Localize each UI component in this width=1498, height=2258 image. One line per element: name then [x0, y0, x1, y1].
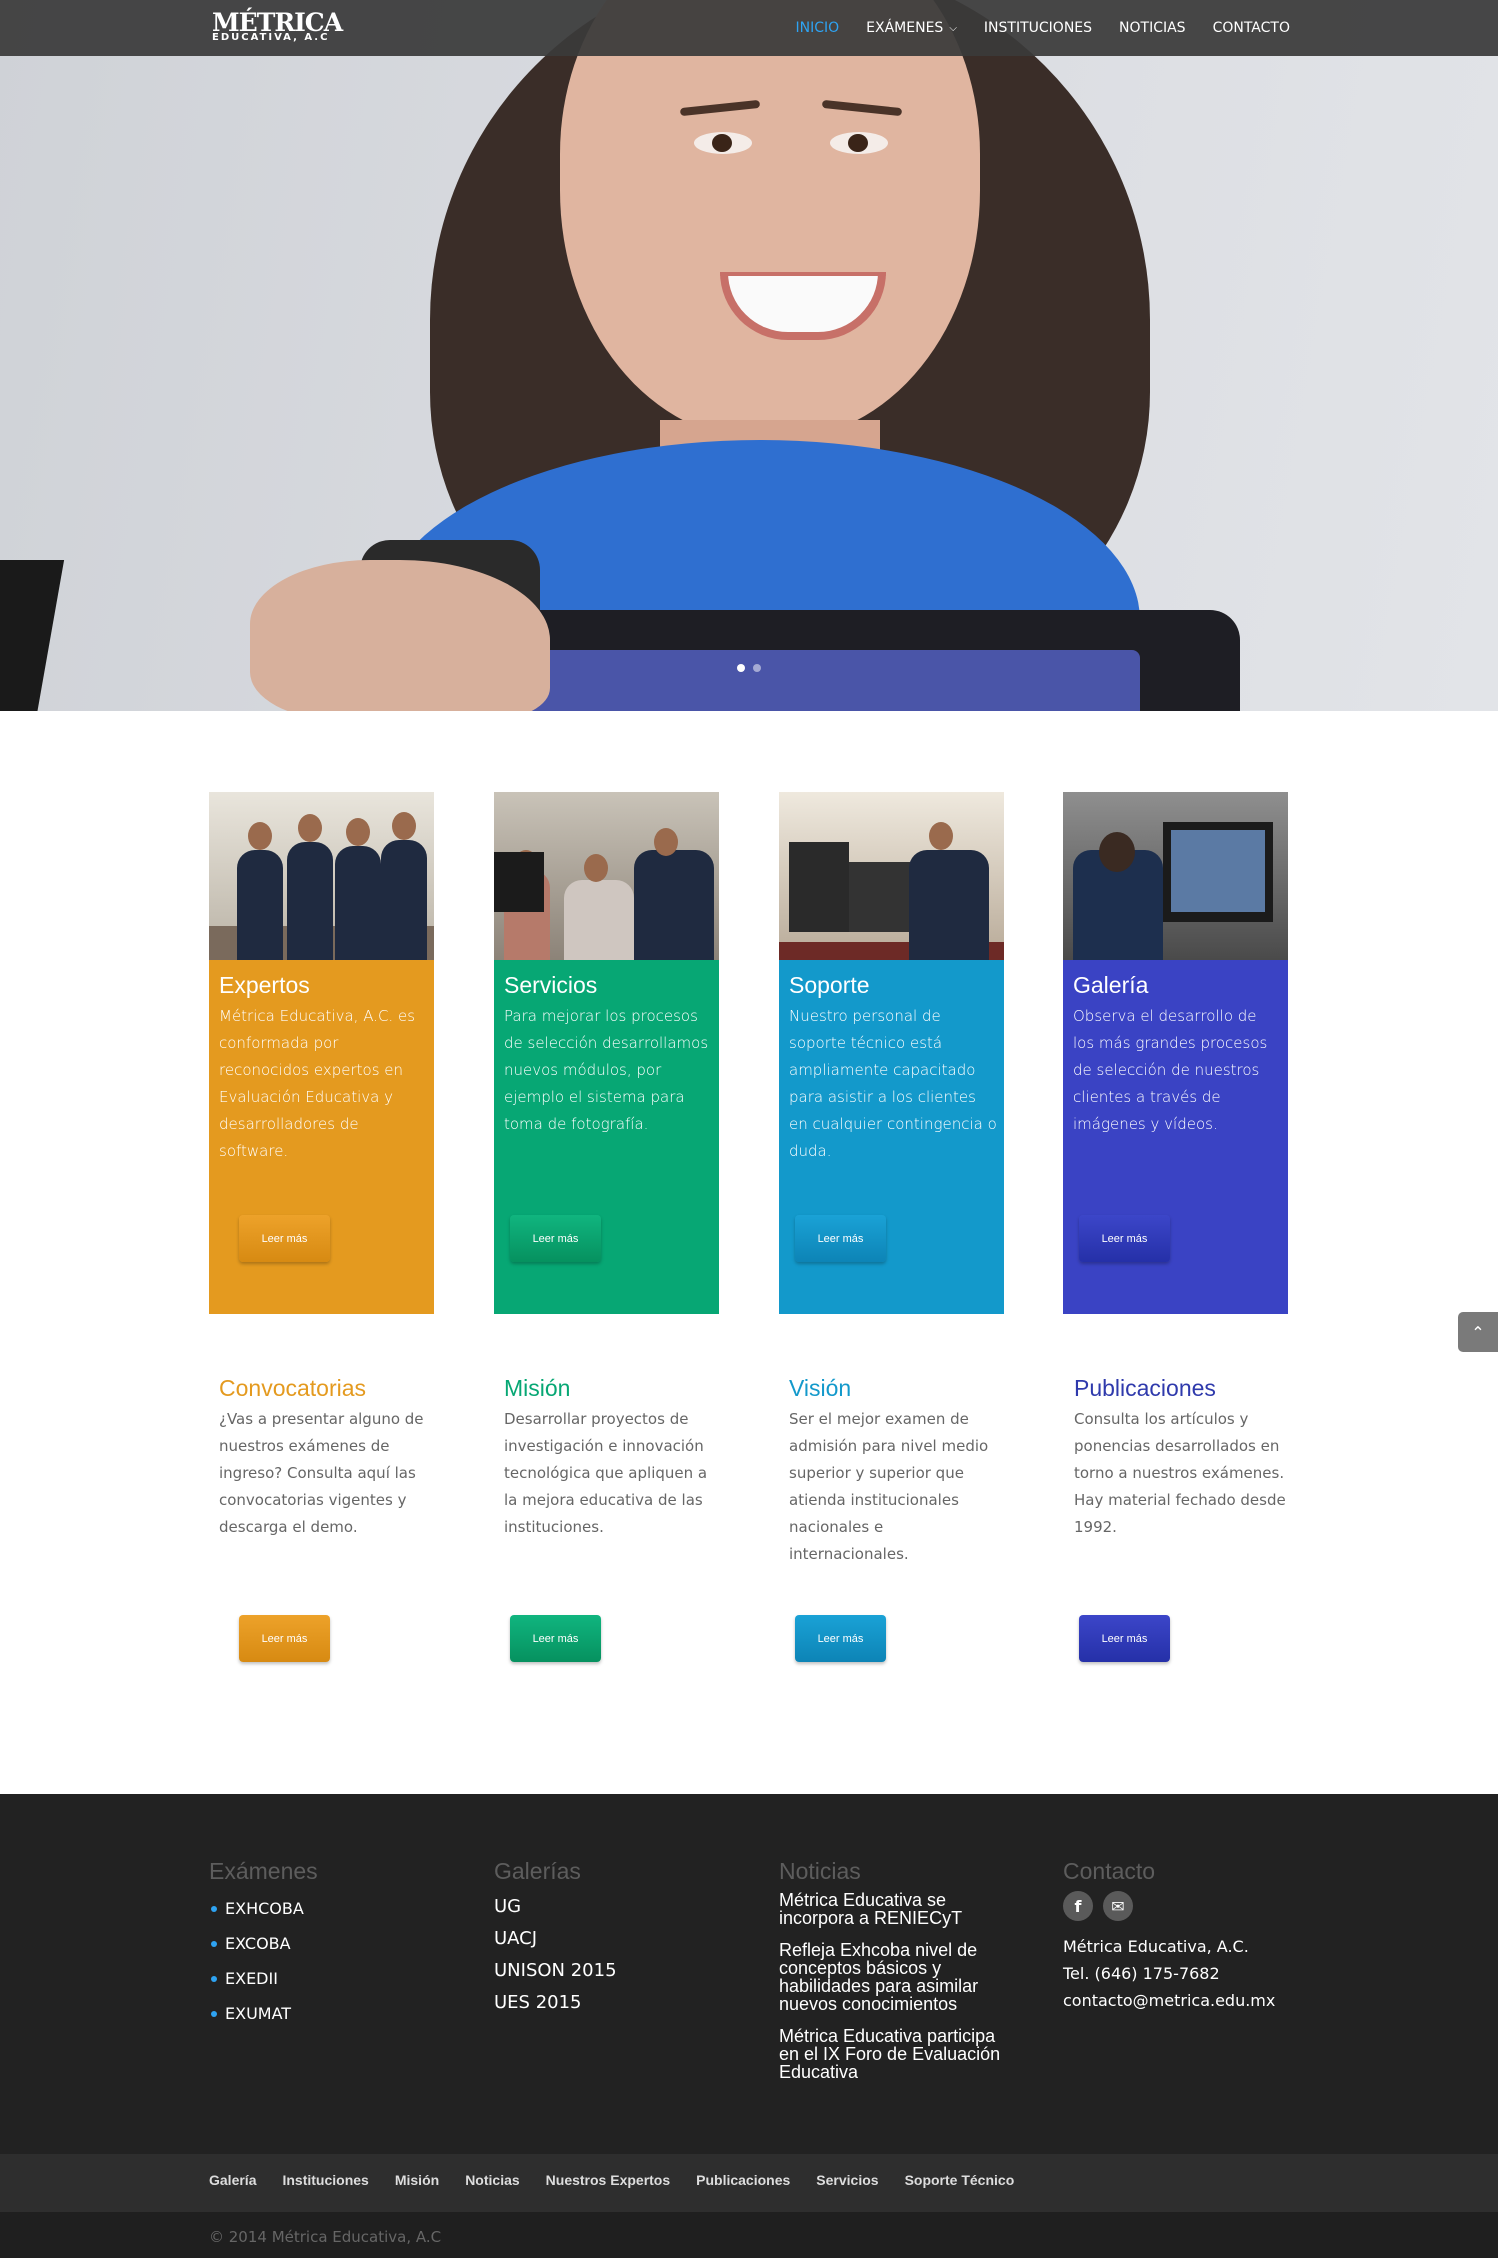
copyright-text: © 2014 Métrica Educativa, A.C [209, 2228, 442, 2246]
info-text: Ser el mejor examen de admisión para niv… [789, 1410, 989, 1563]
card-title: Expertos [219, 972, 310, 998]
footer-link[interactable]: UG [494, 1891, 724, 1923]
info-title: Convocatorias [219, 1375, 367, 1401]
info-publicaciones: Publicaciones Consulta los artículos y p… [1074, 1375, 1289, 1541]
footer-link[interactable]: EXCOBA [209, 1926, 439, 1961]
logo[interactable]: MÉTRICA EDUCATIVA, A.C [212, 10, 343, 43]
footer-galerias: Galerías UG UACJ UNISON 2015 UES 2015 [494, 1858, 724, 2019]
contact-name: Métrica Educativa, A.C. [1063, 1937, 1249, 1956]
bottom-link[interactable]: Misión [395, 2172, 439, 2188]
leer-mas-button[interactable]: Leer más [510, 1215, 601, 1262]
slider-dot-2[interactable] [753, 664, 761, 672]
footer-examenes: Exámenes EXHCOBA EXCOBA EXEDII EXUMAT [209, 1858, 439, 2031]
facebook-icon[interactable]: f [1063, 1891, 1093, 1921]
card-text: Observa el desarrollo de los más grandes… [1073, 1007, 1268, 1133]
footer-link[interactable]: EXEDII [209, 1961, 439, 1996]
chevron-up-icon: ⌃ [1471, 1322, 1485, 1342]
leer-mas-button[interactable]: Leer más [239, 1215, 330, 1262]
news-link[interactable]: Métrica Educativa se incorpora a RENIECy… [779, 1891, 1004, 1927]
footer-link[interactable]: EXUMAT [209, 1996, 439, 2031]
leer-mas-button[interactable]: Leer más [239, 1615, 330, 1662]
footer-link[interactable]: UNISON 2015 [494, 1955, 724, 1987]
info-title: Misión [504, 1375, 571, 1401]
info-mision: Misión Desarrollar proyectos de investig… [504, 1375, 719, 1541]
news-link[interactable]: Métrica Educativa participa en el IX For… [779, 2027, 1004, 2081]
info-text: ¿Vas a presentar alguno de nuestros exám… [219, 1410, 424, 1536]
footer-link[interactable]: UACJ [494, 1923, 724, 1955]
footer-heading: Noticias [779, 1858, 861, 1884]
nav-inicio[interactable]: INICIO [796, 20, 840, 36]
info-vision: Visión Ser el mejor examen de admisión p… [789, 1375, 1004, 1568]
bottom-link[interactable]: Noticias [465, 2172, 519, 2188]
bottom-link[interactable]: Galería [209, 2172, 256, 2188]
leer-mas-button[interactable]: Leer más [1079, 1215, 1170, 1262]
bottom-link[interactable]: Instituciones [282, 2172, 368, 2188]
info-title: Publicaciones [1074, 1375, 1216, 1401]
footer-heading: Contacto [1063, 1858, 1156, 1884]
leer-mas-button[interactable]: Leer más [795, 1215, 886, 1262]
top-header: MÉTRICA EDUCATIVA, A.C INICIO EXÁMENES ⌵… [0, 0, 1498, 56]
info-title: Visión [789, 1375, 852, 1401]
bottom-link[interactable]: Publicaciones [696, 2172, 790, 2188]
leer-mas-button[interactable]: Leer más [795, 1615, 886, 1662]
bottom-link[interactable]: Servicios [816, 2172, 878, 2188]
footer-link[interactable]: EXHCOBA [209, 1891, 439, 1926]
soporte-photo [779, 792, 1004, 960]
card-expertos: Expertos Métrica Educativa, A.C. es conf… [209, 792, 434, 1314]
card-text: Nuestro personal de soporte técnico está… [789, 1007, 997, 1160]
hero-slider [0, 0, 1498, 711]
footer-noticias: Noticias Métrica Educativa se incorpora … [779, 1858, 1004, 2095]
contact-email[interactable]: contacto@metrica.edu.mx [1063, 1987, 1293, 2014]
info-text: Desarrollar proyectos de investigación e… [504, 1410, 708, 1536]
chevron-down-icon: ⌵ [949, 22, 957, 34]
footer-link[interactable]: UES 2015 [494, 1987, 724, 2019]
back-to-top-button[interactable]: ⌃ [1458, 1312, 1498, 1352]
servicios-photo [494, 792, 719, 960]
news-link[interactable]: Refleja Exhcoba nivel de conceptos básic… [779, 1941, 1004, 2013]
card-title: Soporte [789, 972, 870, 998]
bottom-menu: Galería Instituciones Misión Noticias Nu… [209, 2172, 1014, 2188]
main-nav: INICIO EXÁMENES ⌵ INSTITUCIONES NOTICIAS… [796, 0, 1290, 56]
social-links: f ✉ [1063, 1891, 1293, 1921]
card-text: Métrica Educativa, A.C. es conformada po… [219, 1007, 416, 1160]
footer-heading: Galerías [494, 1858, 581, 1884]
card-servicios: Servicios Para mejorar los procesos de s… [494, 792, 719, 1314]
card-title: Galería [1073, 972, 1149, 998]
card-text: Para mejorar los procesos de selección d… [504, 1007, 709, 1133]
slider-dots [737, 664, 761, 672]
footer-heading: Exámenes [209, 1858, 318, 1884]
leer-mas-button[interactable]: Leer más [510, 1615, 601, 1662]
slider-dot-1[interactable] [737, 664, 745, 672]
bottom-link[interactable]: Nuestros Expertos [546, 2172, 670, 2188]
email-icon[interactable]: ✉ [1103, 1891, 1133, 1921]
bottom-link[interactable]: Soporte Técnico [905, 2172, 1015, 2188]
leer-mas-button[interactable]: Leer más [1079, 1615, 1170, 1662]
footer-contacto: Contacto f ✉ Métrica Educativa, A.C. Tel… [1063, 1858, 1293, 2014]
contact-phone: Tel. (646) 175-7682 [1063, 1964, 1220, 1983]
info-text: Consulta los artículos y ponencias desar… [1074, 1410, 1286, 1536]
nav-examenes[interactable]: EXÁMENES ⌵ [866, 20, 957, 36]
galeria-photo [1063, 792, 1288, 960]
nav-contacto[interactable]: CONTACTO [1213, 20, 1290, 36]
card-title: Servicios [504, 972, 598, 998]
card-soporte: Soporte Nuestro personal de soporte técn… [779, 792, 1004, 1314]
nav-noticias[interactable]: NOTICIAS [1119, 20, 1186, 36]
info-convocatorias: Convocatorias ¿Vas a presentar alguno de… [219, 1375, 434, 1541]
card-galeria: Galería Observa el desarrollo de los más… [1063, 792, 1288, 1314]
expertos-photo [209, 792, 434, 960]
nav-instituciones[interactable]: INSTITUCIONES [984, 20, 1092, 36]
